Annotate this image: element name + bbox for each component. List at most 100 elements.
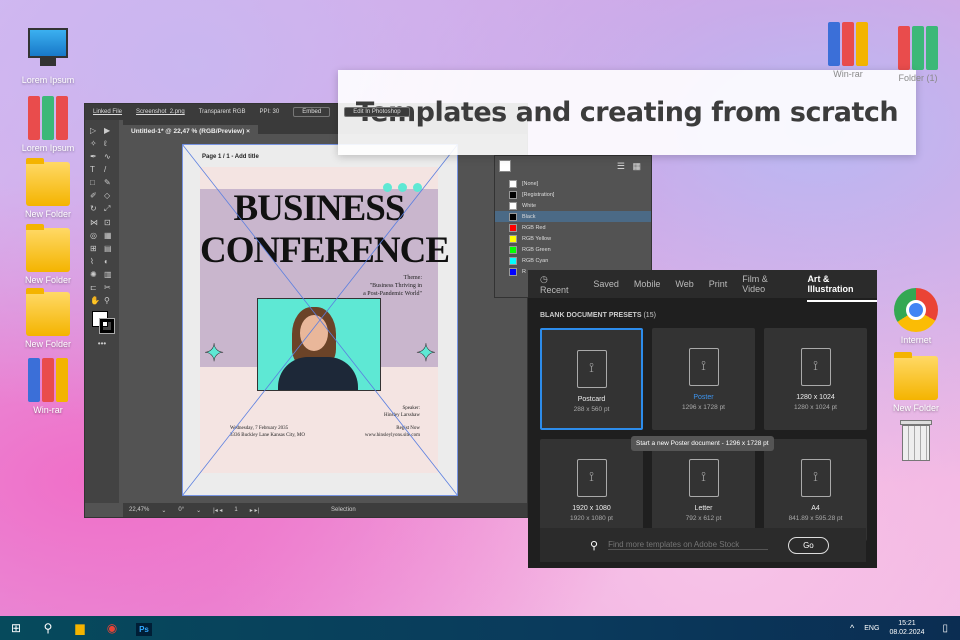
- swatch-item[interactable]: Black: [495, 211, 651, 222]
- fill-color-icon[interactable]: [90, 309, 115, 335]
- preset-grid: ⟟ Postcard 288 x 560 pt ⟟ Poster 1296 x 1728 …: [540, 328, 867, 541]
- paintbrush-icon[interactable]: ✎: [104, 178, 114, 187]
- desktop-icon-new-folder-2[interactable]: New Folder: [12, 224, 84, 285]
- swatch-name: [None]: [522, 180, 539, 187]
- gradient-icon[interactable]: ▤: [104, 244, 114, 253]
- winrar-right-label: Win-rar: [833, 69, 863, 79]
- zoom-icon[interactable]: ⚲: [104, 296, 114, 305]
- show-hidden-icons[interactable]: ^: [850, 623, 854, 633]
- ppi: PPI: 30: [259, 109, 280, 115]
- mesh-icon[interactable]: ⊞: [90, 244, 100, 253]
- pen-tool-icon[interactable]: ✒: [90, 152, 100, 161]
- rectangle-tool-icon[interactable]: □: [90, 178, 100, 187]
- preset-card[interactable]: ⟟ A4 841.89 x 595.28 pt: [764, 439, 867, 541]
- line-tool-icon[interactable]: /: [104, 165, 114, 174]
- chevron-down-icon[interactable]: ⌄: [196, 507, 201, 514]
- swatch-item[interactable]: White: [495, 200, 651, 211]
- chrome-icon[interactable]: ◉: [96, 621, 128, 635]
- desktop-icon-new-folder-3[interactable]: New Folder: [12, 288, 84, 349]
- blend-icon[interactable]: ◐: [104, 257, 114, 266]
- perspective-icon[interactable]: ▦: [104, 231, 114, 240]
- notifications-icon[interactable]: ▯: [942, 623, 948, 634]
- eraser-icon[interactable]: ◇: [104, 191, 114, 200]
- lasso-icon[interactable]: ℓ: [104, 139, 114, 148]
- swatch-item[interactable]: RGB Green: [495, 244, 651, 255]
- edit-in-photoshop-button[interactable]: Edit In Photoshop: [344, 107, 410, 117]
- swatch-item[interactable]: RGB Yellow: [495, 233, 651, 244]
- swatch-color: [509, 245, 517, 254]
- tab-print[interactable]: Print: [709, 279, 728, 289]
- embed-button[interactable]: Embed: [293, 107, 331, 117]
- width-icon[interactable]: ⋈: [90, 218, 100, 227]
- desktop-icon-winrar[interactable]: Win-rar: [12, 358, 84, 415]
- direct-selection-tool-icon[interactable]: ▶: [104, 126, 114, 135]
- list-view-icon[interactable]: ☰: [617, 161, 625, 172]
- rotation-angle[interactable]: 0°: [178, 507, 184, 513]
- desktop-icon-lorem-ipsum-computer[interactable]: Lorem Ipsum: [12, 28, 84, 85]
- stock-search-input[interactable]: [608, 540, 769, 550]
- magic-wand-icon[interactable]: ✧: [90, 139, 100, 148]
- swatch-item[interactable]: RGB Cyan: [495, 255, 651, 266]
- desktop-icon-internet[interactable]: Internet: [880, 288, 952, 345]
- graph-icon[interactable]: ▥: [104, 270, 114, 279]
- windows-start-icon[interactable]: ⊞: [0, 621, 32, 635]
- selection-tool-icon[interactable]: ▷: [90, 126, 100, 135]
- document-tab[interactable]: Untitled-1* @ 22,47 % (RGB/Preview) ×: [123, 125, 258, 138]
- document-preset-icon: ⟟: [688, 348, 719, 386]
- tab-film-video[interactable]: Film & Video: [742, 274, 792, 294]
- file-explorer-icon[interactable]: ▆: [64, 621, 96, 635]
- desktop-icon-lorem-ipsum-binders[interactable]: Lorem Ipsum: [12, 96, 84, 153]
- swatch-item[interactable]: [None]: [495, 178, 651, 189]
- fill-stroke-icon[interactable]: [499, 160, 511, 172]
- preset-tabs: ◷ Recent Saved Mobile Web Print Film & Video A…: [528, 270, 877, 302]
- language-indicator[interactable]: ENG: [864, 625, 879, 632]
- file-name-link[interactable]: Screenshot_2.png: [136, 109, 185, 115]
- swatch-item[interactable]: RGB Red: [495, 222, 651, 233]
- preset-size: 841.89 x 595.28 pt: [788, 515, 843, 522]
- curvature-icon[interactable]: ∿: [104, 152, 114, 161]
- slice-icon[interactable]: ✂: [104, 283, 114, 292]
- preset-card[interactable]: ⟟ 1920 x 1080 1920 x 1080 pt: [540, 439, 643, 541]
- more-tools-icon[interactable]: •••: [90, 339, 114, 348]
- preset-size: 288 x 560 pt: [573, 406, 610, 413]
- desktop-icon-new-folder-right[interactable]: New Folder: [880, 352, 952, 413]
- swatch-color: [509, 212, 517, 221]
- close-tab-icon[interactable]: ×: [246, 128, 250, 135]
- go-button[interactable]: Go: [788, 536, 829, 554]
- zoom-level[interactable]: 22,47%: [129, 507, 149, 513]
- tab-web[interactable]: Web: [675, 279, 693, 289]
- hand-icon[interactable]: ✋: [90, 296, 100, 305]
- chevron-down-icon[interactable]: ⌄: [161, 507, 166, 514]
- tab-saved[interactable]: Saved: [593, 279, 619, 289]
- preset-card[interactable]: ⟟ 1280 x 1024 1280 x 1024 pt: [764, 328, 867, 430]
- free-transform-icon[interactable]: ⊡: [104, 218, 114, 227]
- page-number[interactable]: 1: [234, 507, 237, 513]
- eyedropper-icon[interactable]: ⌇: [90, 257, 100, 266]
- grid-view-icon[interactable]: ▦: [632, 161, 641, 172]
- search-icon[interactable]: ⚲: [32, 621, 64, 635]
- symbol-sprayer-icon[interactable]: ✺: [90, 270, 100, 279]
- preset-card[interactable]: ⟟ Letter 792 x 612 pt: [652, 439, 755, 541]
- folder-icon: [26, 224, 70, 272]
- swatch-item[interactable]: [Registration]: [495, 189, 651, 200]
- rotate-icon[interactable]: ↻: [90, 204, 100, 214]
- artboard-icon[interactable]: ⊏: [90, 283, 100, 292]
- clock[interactable]: 15:21 08.02.2024: [889, 619, 924, 637]
- type-tool-icon[interactable]: T: [90, 165, 100, 174]
- tab-art-illustration[interactable]: Art & Illustration: [807, 266, 877, 302]
- preset-card[interactable]: ⟟ Postcard 288 x 560 pt: [540, 328, 643, 430]
- tab-mobile[interactable]: Mobile: [634, 279, 661, 289]
- shaper-icon[interactable]: ✐: [90, 191, 100, 200]
- next-page-icon[interactable]: ▸ ▸|: [250, 507, 259, 514]
- taskbar: ⊞ ⚲ ▆ ◉ Ps ^ ENG 15:21 08.02.2024 ▯: [0, 616, 960, 640]
- shape-builder-icon[interactable]: ◎: [90, 231, 100, 240]
- desktop-icon-new-folder-1[interactable]: New Folder: [12, 158, 84, 219]
- preset-card[interactable]: ⟟ Poster 1296 x 1728 pt: [652, 328, 755, 430]
- linked-file-link[interactable]: Linked File: [93, 109, 122, 115]
- recycle-bin[interactable]: [880, 420, 952, 467]
- scale-icon[interactable]: ⤢: [104, 204, 114, 214]
- artboard-canvas[interactable]: Page 1 / 1 - Add title BUSINESS CONFEREN…: [182, 144, 458, 496]
- tab-recent[interactable]: ◷ Recent: [540, 274, 578, 295]
- first-page-icon[interactable]: |◂ ◂: [213, 507, 222, 514]
- photoshop-icon[interactable]: Ps: [128, 621, 160, 636]
